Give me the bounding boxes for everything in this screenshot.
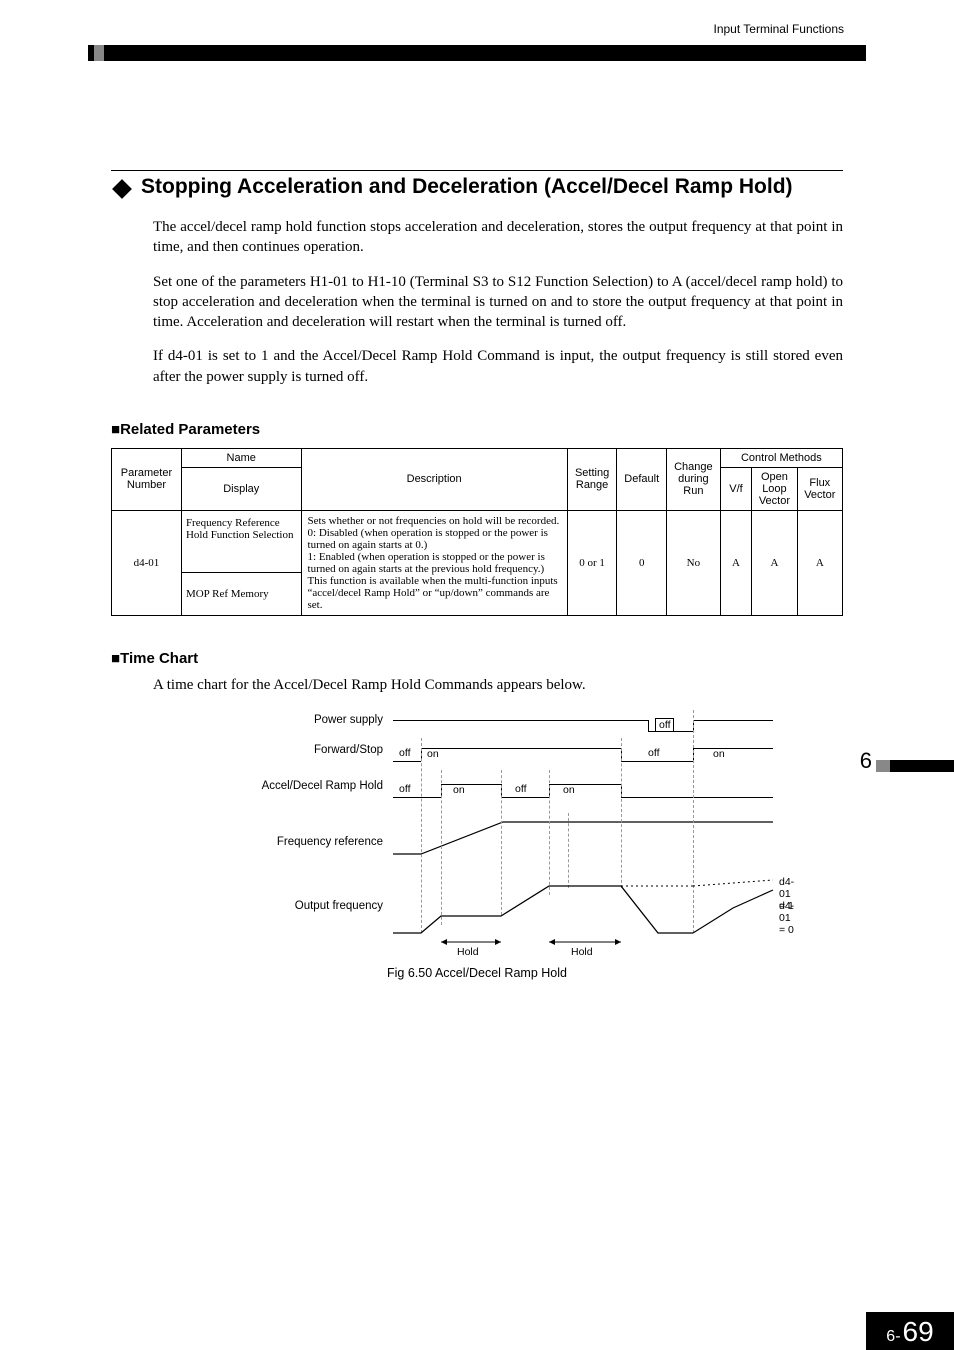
- table-row: d4-01 Frequency Reference Hold Function …: [112, 510, 843, 573]
- time-chart-heading: ■Time Chart: [111, 650, 843, 667]
- cell-flux: A: [797, 510, 842, 615]
- cell-change-run: No: [667, 510, 721, 615]
- cell-olv: A: [752, 510, 797, 615]
- section-title: Stopping Acceleration and Deceleration (…: [141, 175, 793, 199]
- th-flux: Flux Vector: [797, 467, 842, 510]
- th-setting-range: Setting Range: [567, 448, 617, 510]
- cell-param-no: d4-01: [112, 510, 182, 615]
- header-section-label: Input Terminal Functions: [713, 22, 844, 36]
- chart-row-label: Forward/Stop: [211, 744, 393, 758]
- body-paragraph: Set one of the parameters H1-01 to H1-10…: [153, 272, 843, 333]
- diamond-icon: [112, 179, 132, 199]
- cell-default: 0: [617, 510, 667, 615]
- header-rule: [88, 45, 866, 61]
- th-default: Default: [617, 448, 667, 510]
- chart-annotation: Hold: [457, 946, 479, 958]
- figure-caption: Fig 6.50 Accel/Decel Ramp Hold: [111, 966, 843, 980]
- cell-name: Frequency Reference Hold Function Select…: [181, 510, 301, 573]
- th-control-methods: Control Methods: [720, 448, 842, 467]
- th-vf: V/f: [720, 467, 752, 510]
- section-rule: [111, 170, 843, 171]
- body-paragraph: The accel/decel ramp hold function stops…: [153, 217, 843, 258]
- chart-row-label: Frequency reference: [211, 816, 393, 850]
- chart-row-label: Power supply: [211, 714, 393, 728]
- parameter-table: Parameter Number Name Description Settin…: [111, 448, 843, 616]
- chapter-side-bar: [876, 760, 954, 772]
- timing-chart: Power supply off Forward/Stop off: [211, 714, 771, 938]
- chapter-side-number: 6: [860, 748, 872, 774]
- th-display: Display: [181, 467, 301, 510]
- chart-row-label: Output frequency: [211, 878, 393, 914]
- time-chart-intro: A time chart for the Accel/Decel Ramp Ho…: [153, 677, 843, 694]
- chart-annotation: Hold: [571, 946, 593, 958]
- th-name: Name: [181, 448, 301, 467]
- th-param-no: Parameter Number: [112, 448, 182, 510]
- th-description: Description: [301, 448, 567, 510]
- page-number-badge: 6-69: [866, 1312, 954, 1350]
- cell-description: Sets whether or not frequencies on hold …: [301, 510, 567, 615]
- cell-setting-range: 0 or 1: [567, 510, 617, 615]
- th-olv: Open Loop Vector: [752, 467, 797, 510]
- cell-display: MOP Ref Memory: [181, 573, 301, 615]
- th-change-run: Change during Run: [667, 448, 721, 510]
- related-params-heading: ■Related Parameters: [111, 421, 843, 438]
- chart-row-label: Accel/Decel Ramp Hold: [211, 780, 393, 794]
- body-paragraph: If d4-01 is set to 1 and the Accel/Decel…: [153, 346, 843, 387]
- cell-vf: A: [720, 510, 752, 615]
- chart-annotation: d4-01 = 0: [779, 900, 794, 936]
